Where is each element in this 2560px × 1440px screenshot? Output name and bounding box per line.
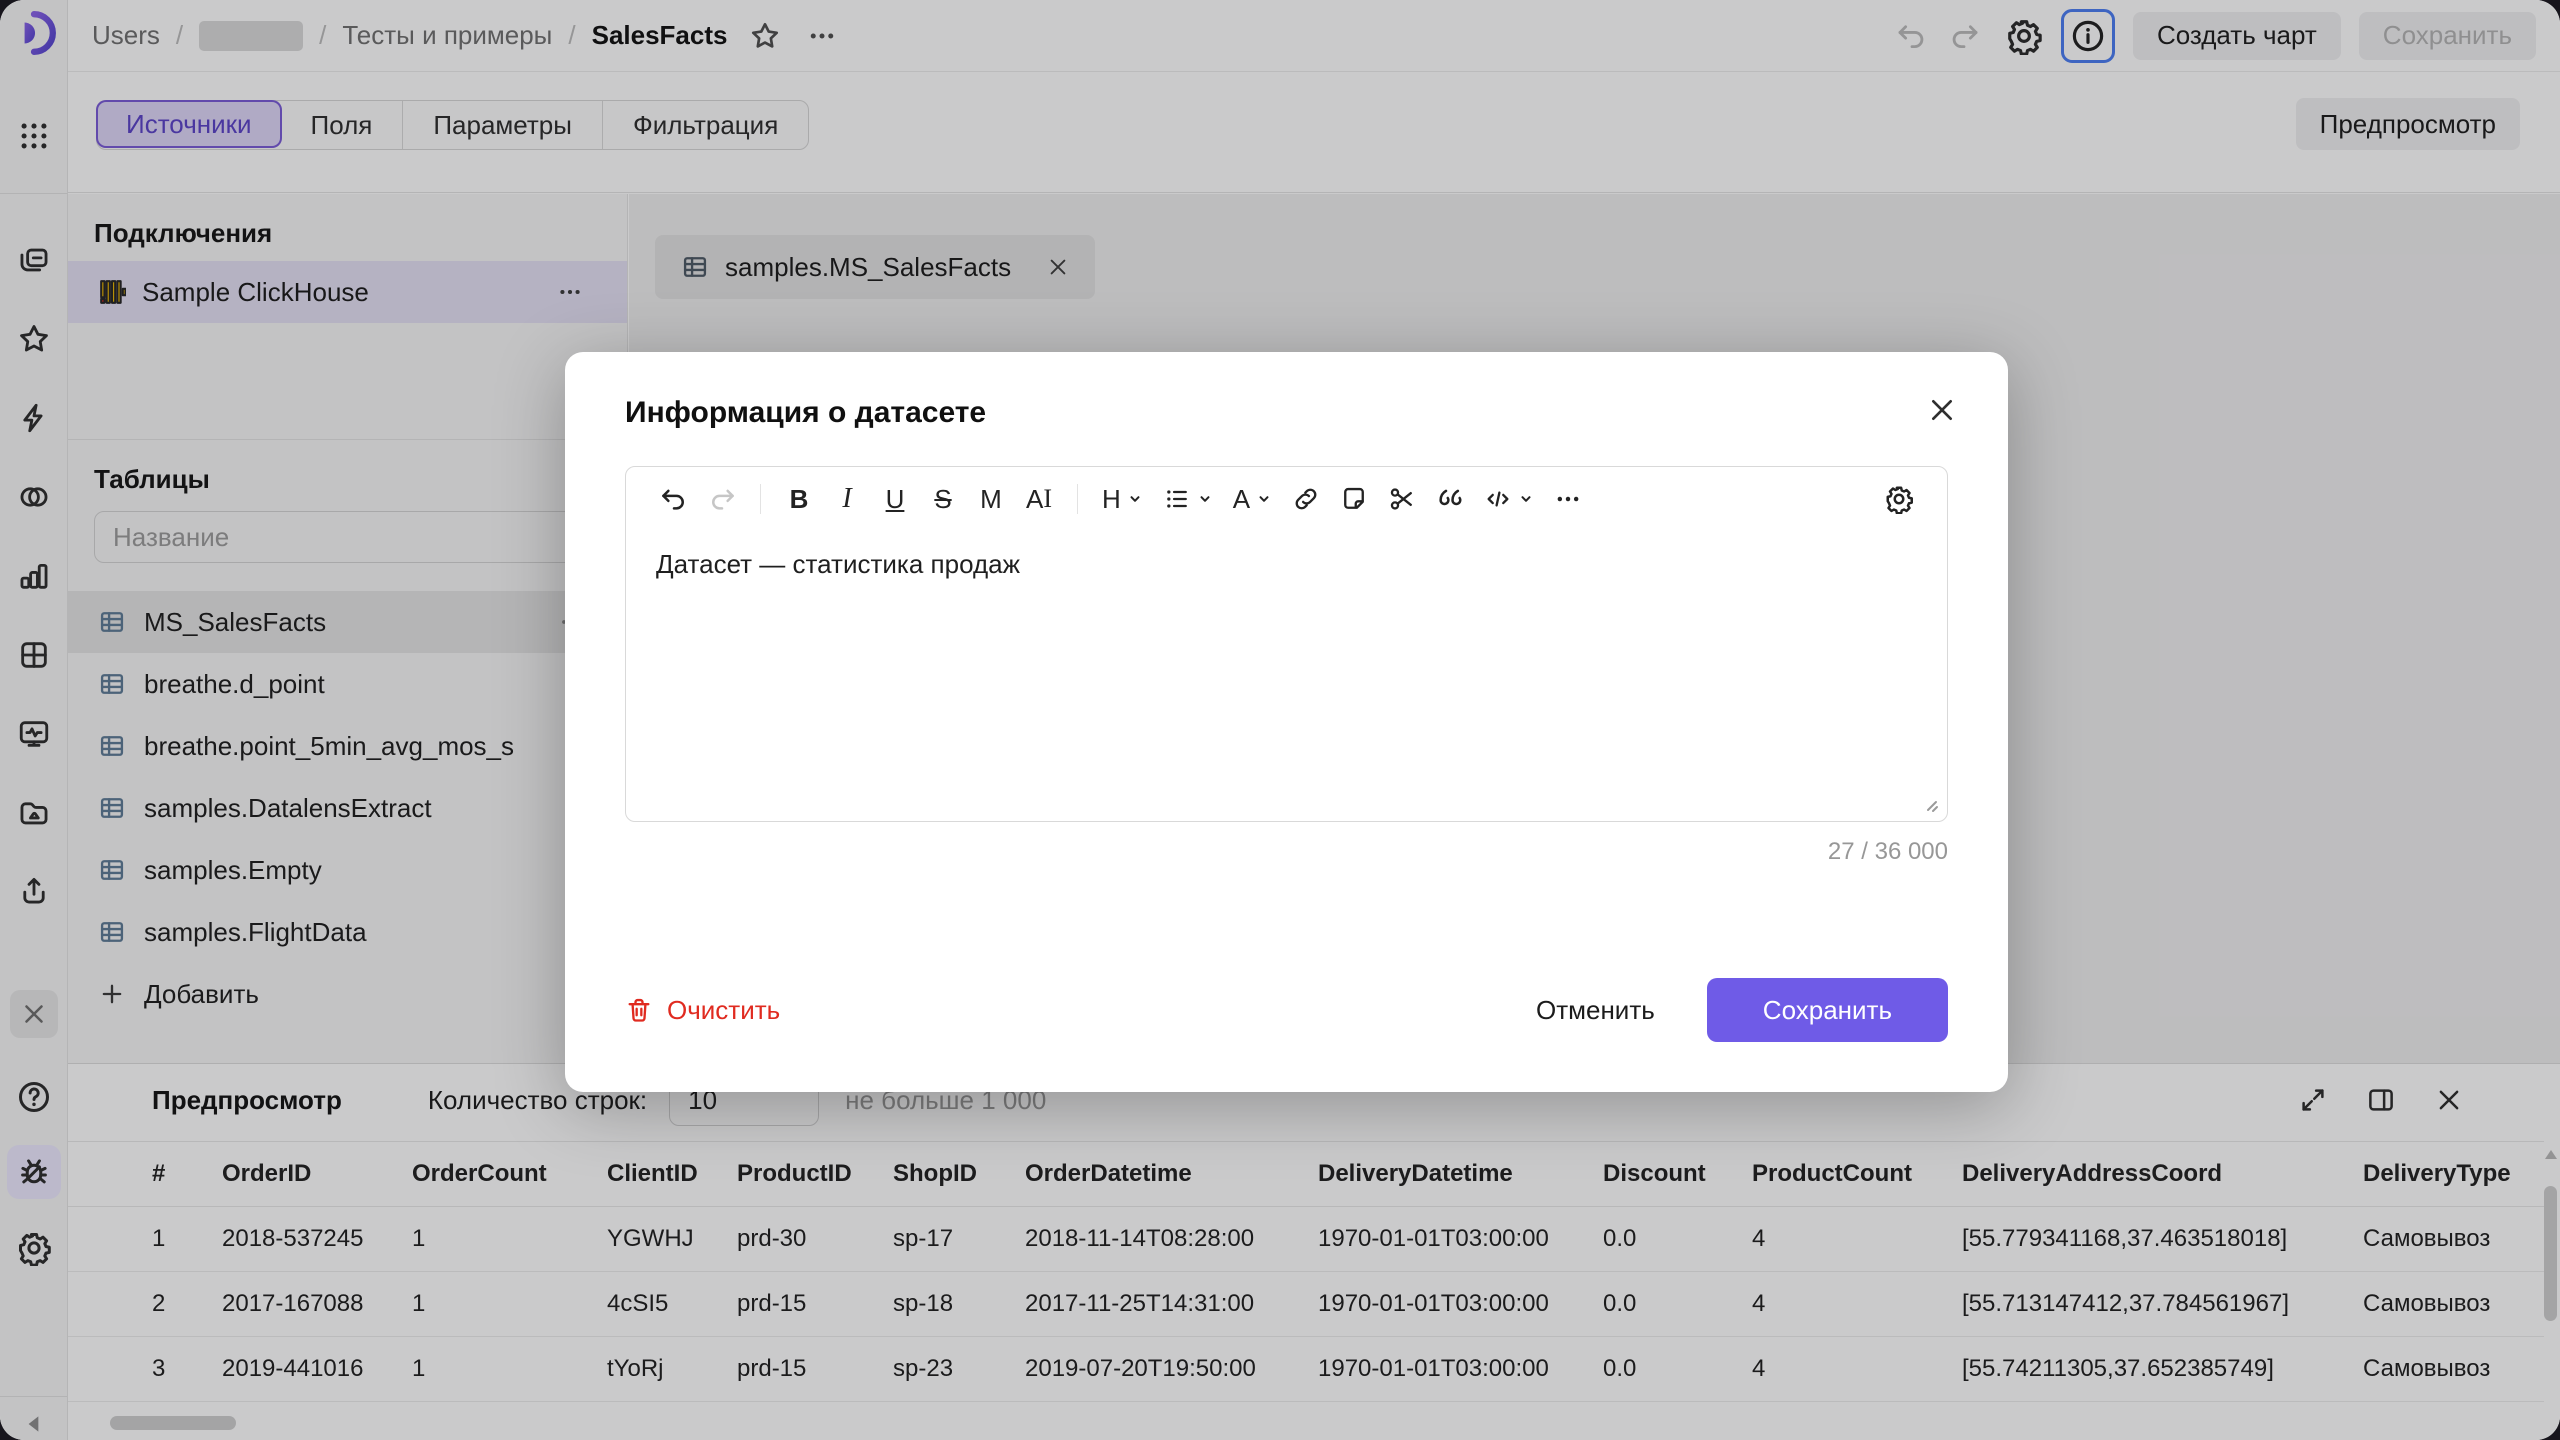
mono-a: A [1026,484,1043,515]
chevron-down-icon [1197,491,1213,507]
heading-letter: H [1102,484,1121,515]
bold-icon[interactable]: B [775,477,823,521]
modal-close-icon[interactable] [1926,394,1958,426]
editor-undo-icon[interactable] [650,477,698,521]
modal-footer: Очистить Отменить Сохранить [625,978,1948,1042]
quote-icon[interactable] [1426,477,1474,521]
editor-settings-gear-icon[interactable] [1875,477,1923,521]
heading-dropdown[interactable]: H [1092,477,1153,521]
toolbar-divider [1077,484,1078,514]
datalens-dataset-editor: Users / / Тесты и примеры / SalesFacts [0,0,2560,1440]
code-dropdown[interactable] [1474,477,1544,521]
strikethrough-icon[interactable]: S [919,477,967,521]
list-icon [1163,485,1191,513]
note-icon[interactable] [1330,477,1378,521]
text-color-dropdown[interactable]: A [1223,477,1282,521]
editor-redo-icon[interactable] [698,477,746,521]
mark-icon[interactable]: M [967,477,1015,521]
italic-icon[interactable]: I [823,477,871,521]
toolbar-more-icon[interactable] [1544,477,1592,521]
description-text[interactable]: Датасет — статистика продаж [626,531,1947,598]
resize-handle[interactable] [1922,796,1940,814]
description-editor[interactable]: B I U S M AI H [625,466,1948,822]
chevron-down-icon [1256,491,1272,507]
trash-icon [625,996,653,1024]
underline-icon[interactable]: U [871,477,919,521]
color-letter: A [1233,484,1250,515]
clear-label: Очистить [667,995,780,1026]
chevron-down-icon [1518,491,1534,507]
char-counter: 27 / 36 000 [625,838,1948,866]
toolbar-divider [760,484,761,514]
cancel-button[interactable]: Отменить [1506,978,1685,1042]
cut-scissors-icon[interactable] [1378,477,1426,521]
modal-title: Информация о датасете [625,396,1948,430]
code-icon [1484,485,1512,513]
list-dropdown[interactable] [1153,477,1223,521]
monospace-icon[interactable]: AI [1015,477,1063,521]
dataset-info-modal: Информация о датасете B I U [565,352,2008,1092]
link-icon[interactable] [1282,477,1330,521]
modal-save-button[interactable]: Сохранить [1707,978,1948,1042]
editor-toolbar: B I U S M AI H [626,467,1947,531]
mono-i: I [1043,484,1052,514]
clear-button[interactable]: Очистить [625,995,780,1026]
chevron-down-icon [1127,491,1143,507]
